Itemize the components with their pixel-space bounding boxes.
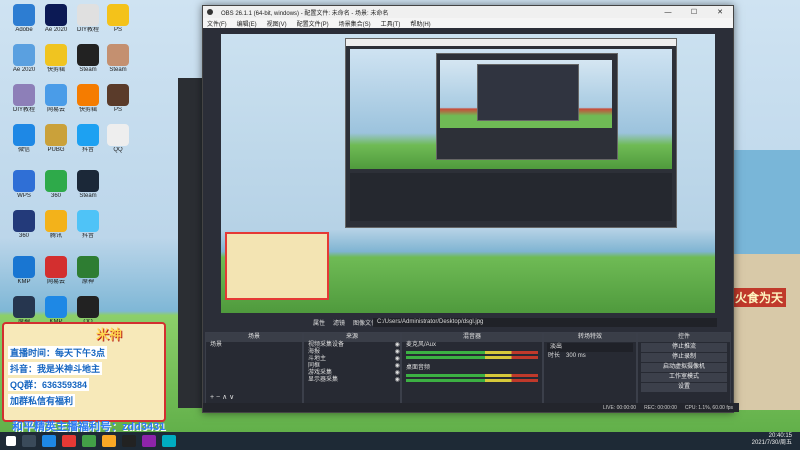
mixer-header: 混音器	[402, 333, 542, 342]
cpu-status: CPU: 1.1%, 60.00 fps	[684, 404, 733, 411]
duration-row: 时长 300 ms	[548, 353, 586, 359]
source-item[interactable]: 游戏采集 ◉	[304, 370, 400, 377]
scene-item[interactable]: 场景	[206, 342, 302, 349]
scene-add-remove-icons[interactable]: + − ∧ ∨	[210, 393, 234, 401]
controls-dock: 控件 停止推流 停止录制 启动虚拟摄像机 工作室模式 设置	[637, 332, 731, 404]
desktop-icon[interactable]: Steam	[98, 44, 138, 74]
mixer-track-label: 桌面音频	[406, 365, 431, 371]
overlay-line-4: 加群私信有福利	[8, 394, 76, 407]
preview-overlay-card	[225, 232, 329, 300]
stream-overlay: 米神 直播时间：每天下午3点 抖音：我是米神斗地主 QQ群：636359384 …	[0, 322, 170, 422]
desktop-icon[interactable]: QQ	[98, 124, 138, 154]
clock-time: 20:40:15	[768, 433, 792, 439]
sources-header: 来源	[304, 333, 400, 342]
desktop-icon[interactable]: PS	[98, 4, 138, 34]
desktop-icon[interactable]: PS	[98, 84, 138, 114]
menu-edit[interactable]: 编辑(E)	[237, 19, 257, 28]
transitions-header: 转场特效	[544, 333, 636, 342]
window-title: OBS 26.1.1 (64-bit, windows) - 配置文件: 未命名…	[221, 10, 389, 17]
taskbar-app-icon[interactable]	[62, 435, 76, 447]
controls-header: 控件	[638, 333, 730, 342]
source-item[interactable]: 斗地主 ◉	[304, 356, 400, 363]
audio-meter	[406, 351, 538, 354]
nested-docks	[350, 173, 672, 221]
right-banner-bottom: 火食为天	[732, 288, 787, 307]
overlay-line-3: QQ群：636359384	[8, 378, 90, 391]
menu-file[interactable]: 文件(F)	[207, 19, 227, 28]
audio-meter	[406, 356, 538, 359]
overlay-line-2: 抖音：我是米神斗地主	[8, 362, 103, 375]
transitions-dock: 转场特效 淡出 时长 300 ms	[543, 332, 637, 404]
taskbar-app-icon[interactable]	[82, 435, 96, 447]
source-item[interactable]: 海报 ◉	[304, 349, 400, 356]
file-path-field[interactable]: C:/Users/Administrator/Desktop/dsgl.jpg	[373, 318, 717, 327]
task-view-icon[interactable]	[22, 435, 36, 447]
source-item[interactable]: 显示器采集 ◉	[304, 377, 400, 384]
eye-icon[interactable]: ◉	[395, 363, 400, 370]
preview-canvas[interactable]	[221, 34, 715, 313]
mixer-track-label: 麦克风/Aux	[406, 342, 437, 348]
scenes-header: 场景	[206, 333, 302, 342]
audio-meter	[406, 374, 538, 377]
eye-icon[interactable]: ◉	[395, 356, 400, 363]
studio-mode-button[interactable]: 工作室模式	[641, 373, 727, 382]
eye-icon[interactable]: ◉	[395, 377, 400, 384]
status-bar: LIVE: 00:00:00 REC: 00:00:00 CPU: 1.1%, …	[203, 403, 739, 412]
taskbar-app-icon[interactable]	[42, 435, 56, 447]
taskbar	[0, 432, 800, 450]
stop-recording-button[interactable]: 停止录制	[641, 353, 727, 362]
rec-status: REC: 00:00:00	[644, 404, 677, 411]
mixer-dock: 混音器 麦克风/Aux 桌面音频	[401, 332, 543, 404]
source-item[interactable]: 同框 ◉	[304, 363, 400, 370]
obs-taskbar-icon[interactable]	[122, 435, 136, 447]
start-icon[interactable]	[6, 436, 16, 446]
close-icon[interactable]: ✕	[707, 8, 733, 16]
taskbar-clock[interactable]: 20:40:15 2021/7/30/周五	[752, 433, 792, 447]
nested-titlebar	[346, 39, 676, 46]
eye-icon[interactable]: ◉	[395, 342, 400, 349]
minimize-icon[interactable]: —	[655, 9, 681, 16]
obs-window[interactable]: OBS 26.1.1 (64-bit, windows) - 配置文件: 未命名…	[202, 5, 739, 413]
menu-help[interactable]: 帮助(H)	[410, 19, 430, 28]
eye-icon[interactable]: ◉	[395, 349, 400, 356]
stop-streaming-button[interactable]: 停止推流	[641, 343, 727, 352]
live-status: LIVE: 00:00:00	[603, 404, 637, 411]
nested-obs-2	[436, 53, 618, 160]
virtual-camera-button[interactable]: 启动虚拟摄像机	[641, 363, 727, 372]
menu-profile[interactable]: 配置文件(P)	[297, 19, 329, 28]
audio-meter	[406, 379, 538, 382]
menu-scene-collection[interactable]: 场景集合(S)	[339, 19, 371, 28]
title-bar[interactable]: OBS 26.1.1 (64-bit, windows) - 配置文件: 未命名…	[203, 6, 733, 18]
transition-select[interactable]: 淡出	[547, 343, 633, 352]
settings-button[interactable]: 设置	[641, 383, 727, 392]
menu-tools[interactable]: 工具(T)	[381, 19, 401, 28]
properties-button[interactable]: 属性	[313, 318, 325, 327]
overlay-brand: 米神	[96, 327, 123, 342]
eye-icon[interactable]: ◉	[395, 370, 400, 377]
nested-obs-1	[345, 38, 677, 228]
desktop-icon[interactable]: Steam	[68, 170, 108, 200]
nested-obs-3	[477, 64, 579, 121]
filters-button[interactable]: 滤镜	[333, 318, 345, 327]
menu-view[interactable]: 视图(V)	[267, 19, 287, 28]
scenes-dock: 场景 场景 + − ∧ ∨	[205, 332, 303, 404]
clock-date: 2021/7/30/周五	[751, 440, 792, 446]
sources-dock: 来源 视频采集设备 ◉ 海报 ◉ 斗地主 ◉ 同框 ◉ 游戏采集 ◉ 显示器采集 ◉	[303, 332, 401, 404]
source-item[interactable]: 视频采集设备 ◉	[304, 342, 400, 349]
menu-bar: 文件(F) 编辑(E) 视图(V) 配置文件(P) 场景集合(S) 工具(T) …	[203, 18, 733, 28]
taskbar-app-icon[interactable]	[142, 435, 156, 447]
taskbar-app-icon[interactable]	[162, 435, 176, 447]
desktop-icon[interactable]: 原神	[68, 256, 108, 286]
overlay-line-1: 直播时间：每天下午3点	[8, 346, 108, 359]
taskbar-app-icon[interactable]	[102, 435, 116, 447]
maximize-icon[interactable]: ☐	[681, 8, 707, 16]
desktop-icon[interactable]: 抖音	[68, 210, 108, 240]
